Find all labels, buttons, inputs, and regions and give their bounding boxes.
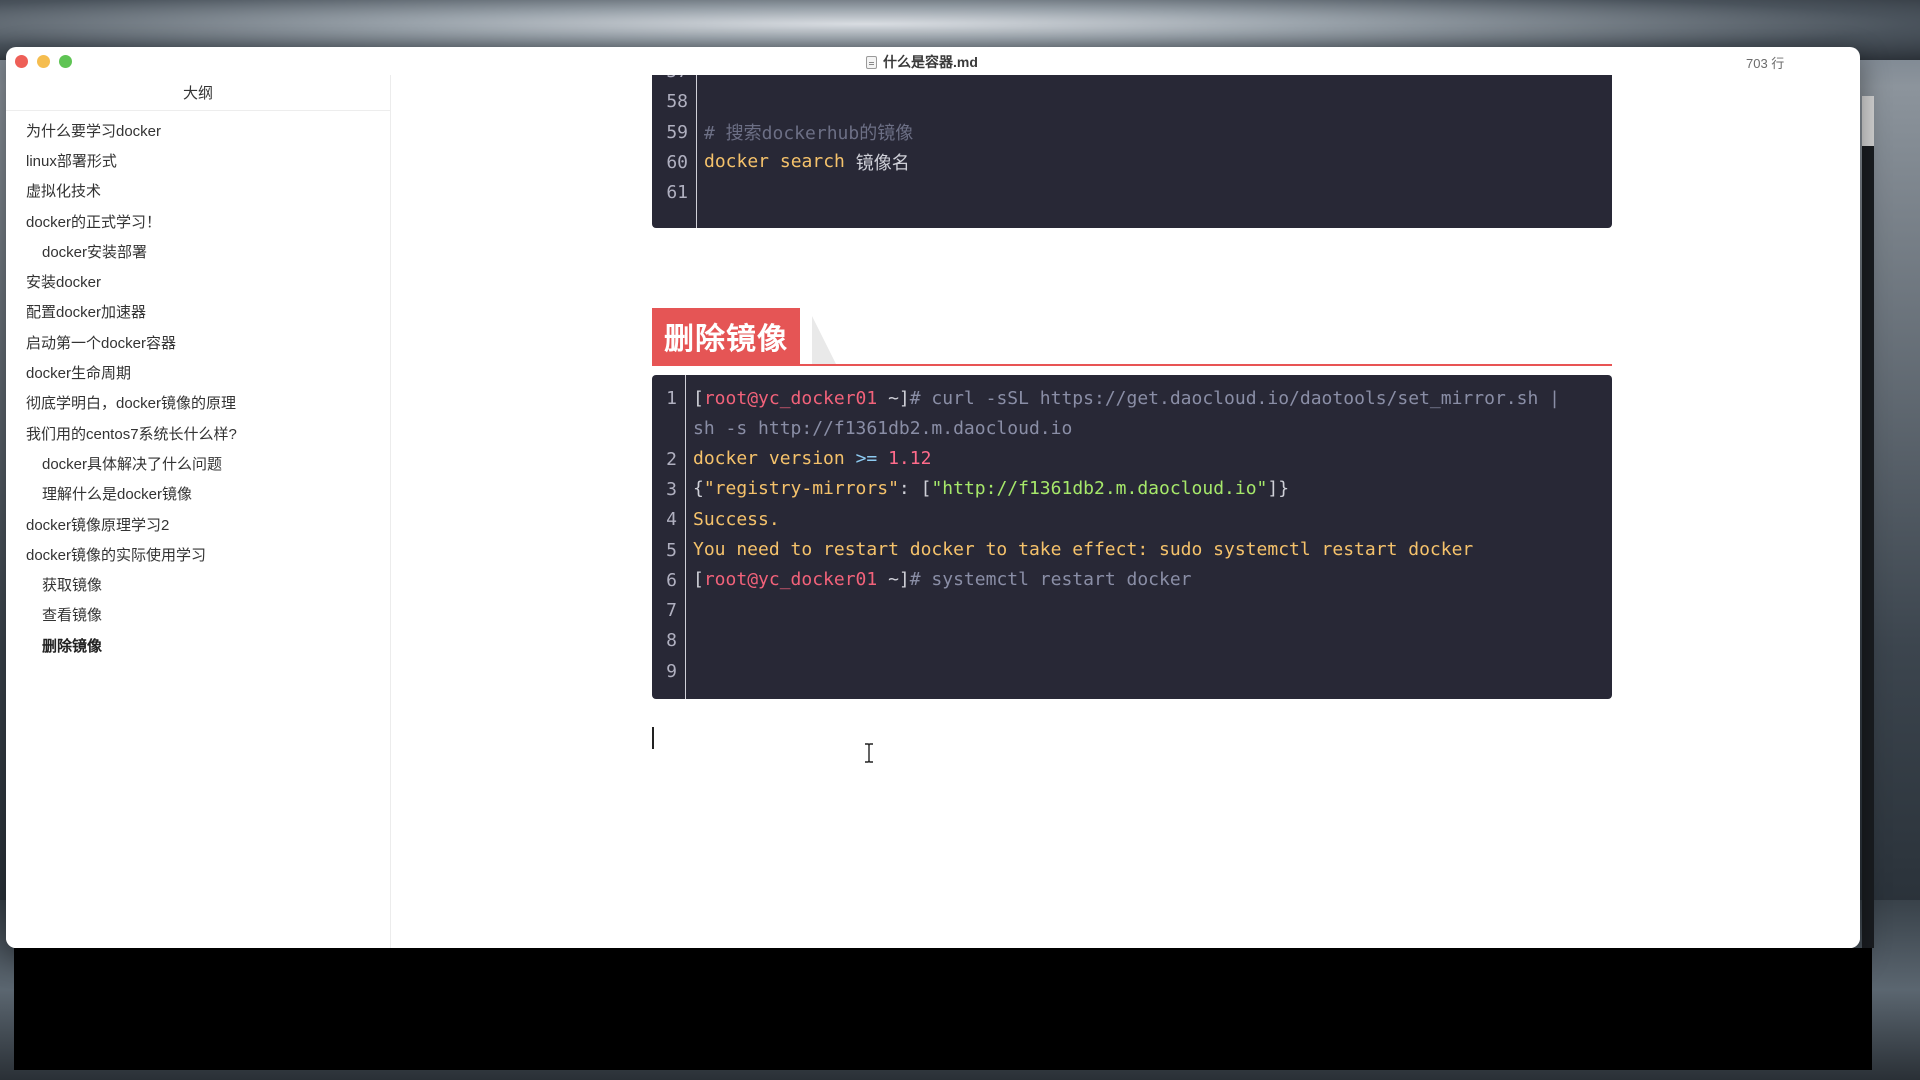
code-token: Success. xyxy=(693,508,780,530)
line-number: 8 xyxy=(666,630,677,652)
code-token: 镜像名 xyxy=(855,152,910,174)
code-token: [ xyxy=(693,387,704,409)
code-token: sh -s http://f1361db2.m.daocloud.io xyxy=(693,417,1073,439)
section-heading: 删除镜像 xyxy=(652,308,1612,368)
background-window-edge xyxy=(1862,96,1874,948)
code-token: >= xyxy=(855,448,889,470)
line-count: 703 行 xyxy=(1746,56,1785,71)
outline-item[interactable]: docker安装部署 xyxy=(6,236,390,266)
ibeam-cursor-icon xyxy=(865,743,873,763)
markdown-file-icon xyxy=(866,55,877,69)
code-line[interactable]: sh -s http://f1361db2.m.daocloud.io xyxy=(693,413,1072,443)
outline-item[interactable]: 为什么要学习docker xyxy=(6,115,390,145)
code-token: docker search xyxy=(704,151,856,173)
line-number: 5 xyxy=(666,539,677,561)
code-token: docker version xyxy=(693,448,856,470)
code-token: ~] xyxy=(877,569,910,591)
zoom-button[interactable] xyxy=(59,55,72,68)
outline-item[interactable]: 彻底学明白，docker镜像的原理 xyxy=(6,388,390,418)
outline-item[interactable]: 删除镜像 xyxy=(6,630,390,660)
code-line[interactable]: [root@yc_docker01 ~] # systemctl restart … xyxy=(693,565,1192,595)
code-token: [ xyxy=(693,569,704,591)
outline-item[interactable]: 我们用的centos7系统长什么样? xyxy=(6,418,390,448)
outline-item[interactable]: 虚拟化技术 xyxy=(6,176,390,206)
outline-item[interactable]: docker镜像的实际使用学习 xyxy=(6,539,390,569)
outline-header: 大纲 xyxy=(6,75,390,111)
line-number: 60 xyxy=(666,151,688,173)
background-window-edge-top xyxy=(1862,96,1874,146)
outline-item[interactable]: 获取镜像 xyxy=(6,569,390,599)
code-token: root@yc_docker01 xyxy=(703,569,878,591)
outline-sidebar: 大纲 为什么要学习docker linux部署形式 虚拟化技术 docker的正式学习… xyxy=(6,75,391,948)
code-line[interactable]: You need to restart docker to take effec… xyxy=(693,535,1473,565)
code-token: "http://f1361db2.m.daocloud.io" xyxy=(931,478,1268,500)
heading-underline xyxy=(652,364,1612,366)
outline-item[interactable]: docker具体解决了什么问题 xyxy=(6,448,390,478)
code-line[interactable]: docker version >= 1.12 xyxy=(693,444,931,474)
code-line[interactable]: Success. xyxy=(693,504,780,534)
line-number: 9 xyxy=(666,660,677,682)
line-number: 57 xyxy=(652,75,688,82)
line-number: 6 xyxy=(666,569,677,591)
outline-item[interactable]: docker的正式学习！ xyxy=(6,206,390,236)
code-token: ~] xyxy=(877,387,910,409)
code-block-search[interactable]: 57 58 59 # 搜索dockerhub的镜像 60 docker search 镜像… xyxy=(652,75,1612,228)
outline-item[interactable]: linux部署形式 xyxy=(6,145,390,175)
code-token: { xyxy=(693,478,704,500)
outline-item[interactable]: docker镜像原理学习2 xyxy=(6,509,390,539)
line-number: 58 xyxy=(666,91,688,113)
outline-list: 为什么要学习docker linux部署形式 虚拟化技术 docker的正式学习！ do… xyxy=(6,111,390,660)
heading-decoration xyxy=(812,316,836,364)
code-token: : [ xyxy=(898,478,932,500)
background-window xyxy=(14,948,1872,1070)
code-token: # 搜索dockerhub的镜像 xyxy=(704,122,914,144)
line-number: 2 xyxy=(666,448,677,470)
code-token: "registry-mirrors" xyxy=(703,478,899,500)
line-number: 1 xyxy=(666,388,677,409)
code-line[interactable]: # 搜索dockerhub的镜像 xyxy=(704,117,913,147)
code-gutter-divider xyxy=(685,375,686,699)
minimize-button[interactable] xyxy=(37,55,50,68)
line-number: 3 xyxy=(666,478,677,500)
outline-item[interactable]: 启动第一个docker容器 xyxy=(6,327,390,357)
code-token: 1.12 xyxy=(888,448,932,470)
code-token: # systemctl restart docker xyxy=(909,569,1192,591)
text-caret xyxy=(652,727,654,749)
heading-text: 删除镜像 xyxy=(652,308,800,364)
code-block-mirror[interactable]: 1[root@yc_docker01 ~] # curl -sSL https:/… xyxy=(652,375,1612,699)
title-bar[interactable]: 什么是容器.md 703 行 xyxy=(6,47,1860,75)
window-title: 什么是容器.md xyxy=(866,52,978,72)
line-number: 59 xyxy=(666,121,688,143)
editor-window: 什么是容器.md 703 行 大纲 为什么要学习docker linux部署形式虚… xyxy=(6,47,1860,948)
code-token: root@yc_docker01 xyxy=(703,387,878,409)
outline-item[interactable]: docker生命周期 xyxy=(6,357,390,387)
code-line[interactable]: docker search 镜像名 xyxy=(704,147,910,177)
close-button[interactable] xyxy=(15,55,28,68)
line-number: 4 xyxy=(666,509,677,531)
code-gutter-divider xyxy=(696,75,697,228)
editor-area[interactable]: 575859# 搜索dockerhub的镜像60docker search 镜像… xyxy=(392,75,1860,948)
code-token: You need to restart docker to take effec… xyxy=(693,539,1474,560)
outline-item[interactable]: 安装docker xyxy=(6,266,390,296)
code-token: ]} xyxy=(1267,478,1290,500)
window-title-text: 什么是容器.md xyxy=(883,54,978,70)
outline-item[interactable]: 查看镜像 xyxy=(6,600,390,630)
outline-item[interactable]: 理解什么是docker镜像 xyxy=(6,479,390,509)
code-token: # curl -sSL https://get.daocloud.io/daot… xyxy=(909,387,1560,409)
code-line[interactable]: {"registry-mirrors": ["http://f1361db2.m… xyxy=(693,474,1289,504)
line-number: 61 xyxy=(666,182,688,204)
code-line[interactable]: [root@yc_docker01 ~] # curl -sSL https://… xyxy=(693,383,1560,413)
line-number: 7 xyxy=(666,600,677,622)
outline-item[interactable]: 配置docker加速器 xyxy=(6,297,390,327)
